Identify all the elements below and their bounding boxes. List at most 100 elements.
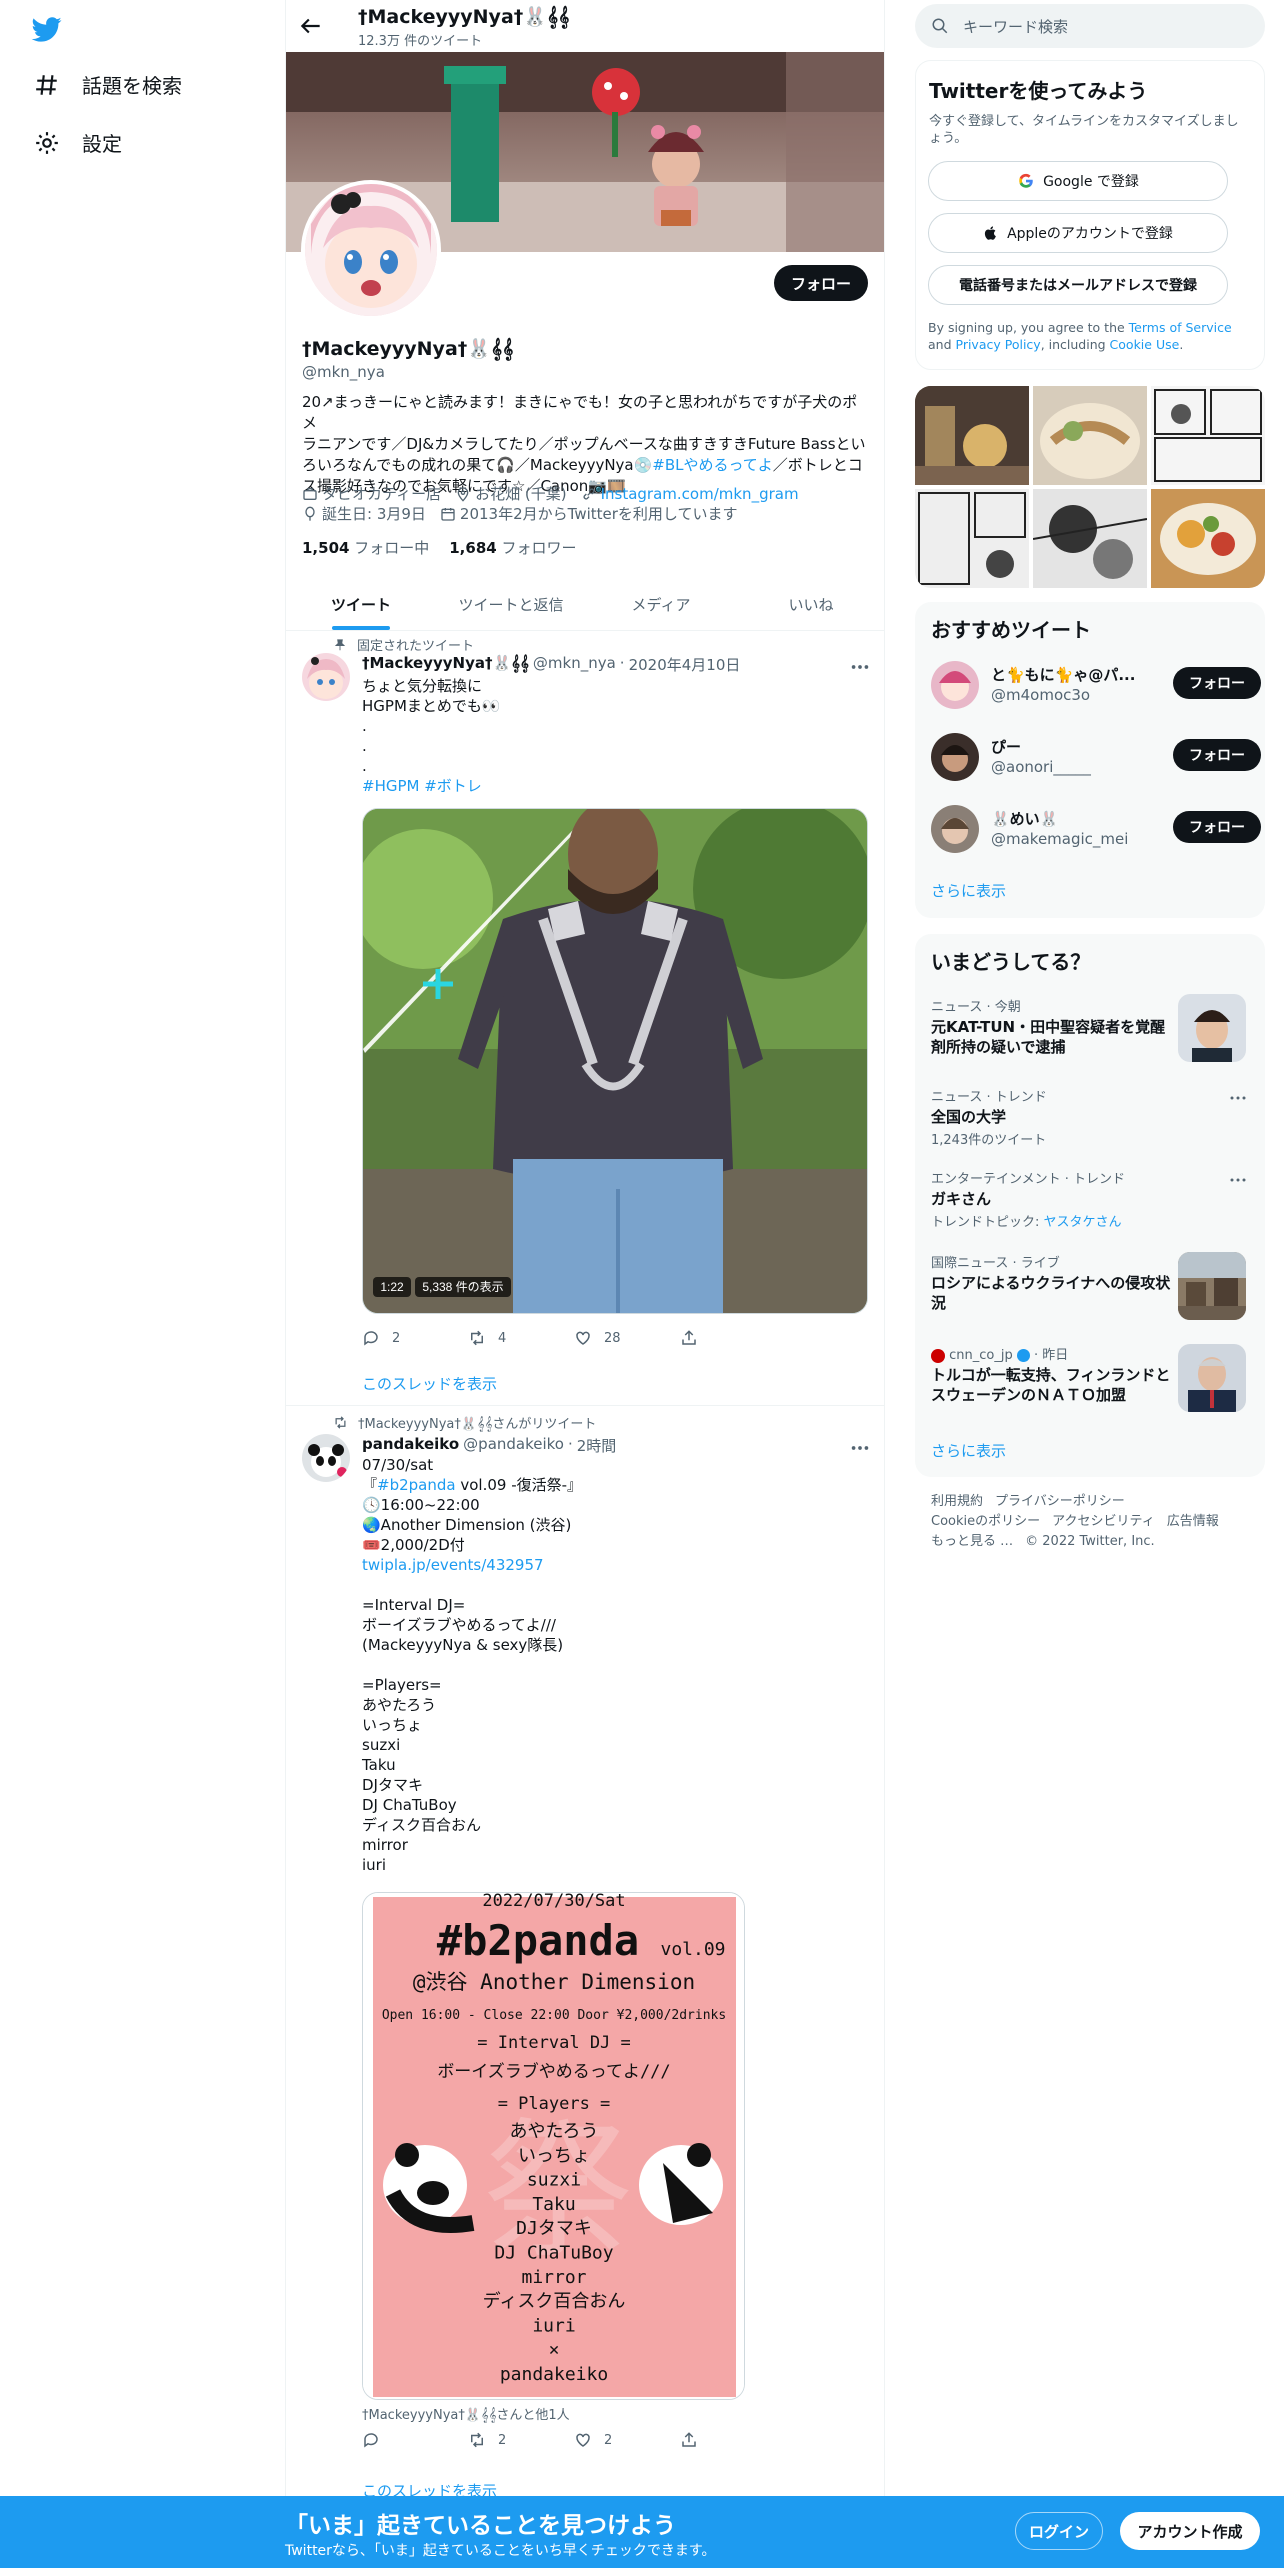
tweet-hashtags[interactable]: #HGPM #ボトレ <box>362 776 867 796</box>
media-thumbnail[interactable] <box>915 489 1029 588</box>
event-link[interactable]: twipla.jp/events/432957 <box>362 1555 867 1575</box>
more-options-icon[interactable] <box>849 657 871 677</box>
balloon-icon <box>305 506 315 521</box>
tab-tweets[interactable]: ツイート <box>286 578 436 630</box>
cookie-use-link[interactable]: Cookie Use <box>1110 337 1180 352</box>
trend-source[interactable]: cnn_co_jp <box>949 1348 1013 1363</box>
profile-website[interactable]: Instagram.com/mkn_gram <box>581 483 799 504</box>
trend-title: 全国の大学 <box>931 1108 1007 1126</box>
tweet-pinned[interactable]: 固定されたツイート †MackeyyyNya†🐰𝄞𝄞 @mkn_nya · 20… <box>286 631 884 1406</box>
apple-signup-label: Appleのアカウントで登録 <box>1007 226 1173 242</box>
footer-link[interactable]: プライバシーポリシー <box>995 1494 1125 1509</box>
footer-link[interactable]: もっと見る … <box>931 1534 1013 1549</box>
tweet-author-avatar[interactable] <box>302 653 350 701</box>
share-button[interactable] <box>680 2431 786 2449</box>
tagged-users[interactable]: †MackeyyyNya†🐰𝄞𝄞さんと他1人 <box>362 2404 570 2423</box>
nav-explore[interactable]: 話題を検索 <box>34 70 182 99</box>
footer-link[interactable]: 利用規約 <box>931 1494 983 1509</box>
trend-topic-link[interactable]: ヤスタケさん <box>1044 1215 1122 1230</box>
hashtag-link[interactable]: #b2panda <box>377 1476 456 1494</box>
following-link[interactable]: 1,504 フォロー中 <box>302 537 429 558</box>
footer-link[interactable]: 広告情報 <box>1167 1514 1219 1529</box>
media-thumbnail[interactable] <box>1151 489 1265 588</box>
tweet-actions: 2 2 <box>362 2431 792 2449</box>
followers-link[interactable]: 1,684 フォロワー <box>449 537 576 558</box>
user-avatar[interactable] <box>931 733 979 781</box>
show-more-link[interactable]: さらに表示 <box>931 1440 1006 1461</box>
nav-settings[interactable]: 設定 <box>34 128 122 157</box>
reply-button[interactable] <box>362 2431 468 2449</box>
trend-item[interactable]: エンターテインメント · トレンド ガキさん トレンドトピック: ヤスタケさん <box>931 1168 1251 1230</box>
media-thumbnail[interactable] <box>915 386 1029 485</box>
tweet-timestamp[interactable]: 2020年4月10日 <box>629 654 741 675</box>
event-flyer-image[interactable]: 祭 2022/07/30/Sat #b2panda vol.09 @渋谷 Ano… <box>362 1892 745 2400</box>
back-arrow-icon[interactable] <box>298 13 324 39</box>
footer-link[interactable]: アクセシビリティ <box>1052 1514 1155 1529</box>
apple-signup-button[interactable]: Appleのアカウントで登録 <box>928 213 1228 253</box>
privacy-policy-link[interactable]: Privacy Policy <box>956 337 1041 352</box>
profile-avatar[interactable] <box>301 180 441 320</box>
flyer-title: #b2panda <box>437 1916 639 1965</box>
tweet-timestamp[interactable]: 2時間 <box>577 1435 617 1456</box>
tweet-retweeted[interactable]: †MackeyyyNya†🐰𝄞𝄞さんがリツイート pandakeiko @pan… <box>286 1406 884 2568</box>
verified-badge-icon <box>1016 1349 1030 1362</box>
tweet-author-name[interactable]: †MackeyyyNya†🐰𝄞𝄞 <box>362 654 529 675</box>
create-account-button[interactable]: アカウント作成 <box>1120 2512 1260 2550</box>
recommended-user[interactable]: 🐰めい🐰 @makemagic_mei フォロー <box>931 798 1261 860</box>
follow-button[interactable]: フォロー <box>774 265 868 301</box>
left-navigation: 話題を検索 設定 <box>0 0 285 2568</box>
header-profile-name: †MackeyyyNya†🐰𝄞𝄞 <box>358 6 570 28</box>
google-signup-button[interactable]: Google で登録 <box>928 161 1228 201</box>
trend-item[interactable]: ニュース · トレンド 全国の大学 1,243件のツイート <box>931 1086 1251 1148</box>
retweet-button[interactable]: 4 <box>468 1329 574 1347</box>
tweet-author-name[interactable]: pandakeiko <box>362 1435 459 1456</box>
show-more-link[interactable]: さらに表示 <box>931 880 1006 901</box>
footer-link[interactable]: Cookieのポリシー <box>931 1514 1040 1529</box>
follow-user-button[interactable]: フォロー <box>1173 811 1261 843</box>
separator-dot: · <box>567 1435 573 1453</box>
like-button[interactable]: 2 <box>574 2431 680 2449</box>
terms-text: By signing up, you agree to the <box>928 320 1129 335</box>
tweet-author-handle[interactable]: @mkn_nya <box>533 654 616 675</box>
media-thumbnail[interactable] <box>1033 489 1147 588</box>
reply-button[interactable]: 2 <box>362 1329 468 1347</box>
pinned-label: 固定されたツイート <box>357 639 475 654</box>
recommended-user[interactable]: ぴー @aonori_____ フォロー <box>931 726 1261 788</box>
tab-likes[interactable]: いいね <box>736 578 884 630</box>
twitter-bird-icon[interactable] <box>30 14 64 44</box>
phone-email-signup-button[interactable]: 電話番号またはメールアドレスで登録 <box>928 265 1228 305</box>
like-button[interactable]: 28 <box>574 1329 680 1347</box>
google-icon <box>1019 173 1033 188</box>
profile-website-link[interactable]: Instagram.com/mkn_gram <box>601 485 799 503</box>
tweet-author-handle[interactable]: @pandakeiko <box>463 1435 564 1456</box>
tweet-text-rest: =Interval DJ= ボーイズラブやめるってよ/// (MackeyyyN… <box>362 1596 564 1874</box>
terms-of-service-link[interactable]: Terms of Service <box>1129 320 1232 335</box>
tab-tweets-and-replies[interactable]: ツイートと返信 <box>436 578 586 630</box>
tweet-video[interactable]: 1:22 5,338 件の表示 <box>362 808 868 1314</box>
more-options-icon[interactable] <box>1229 1177 1247 1183</box>
search-input[interactable]: キーワード検索 <box>915 4 1265 48</box>
tweet-author-avatar[interactable] <box>302 1434 350 1482</box>
user-avatar[interactable] <box>931 805 979 853</box>
flyer-interval-head: = Interval DJ = <box>477 2033 631 2053</box>
tab-media[interactable]: メディア <box>586 578 736 630</box>
tweet-line: 🕓16:00~22:00 <box>362 1496 480 1514</box>
search-placeholder: キーワード検索 <box>963 17 1069 36</box>
recommended-tweets-card: おすすめツイート と🐈もに🐈ゃ@パ... @m4omoc3o フォロー ぴー @… <box>915 602 1265 918</box>
tweet-line: 🎟️2,000/2D付 <box>362 1536 465 1554</box>
bio-hashtag-link[interactable]: #BLやめるってよ <box>652 456 772 474</box>
login-button[interactable]: ログイン <box>1015 2512 1103 2550</box>
follow-user-button[interactable]: フォロー <box>1173 739 1261 771</box>
media-thumbnail[interactable] <box>1033 386 1147 485</box>
follow-user-button[interactable]: フォロー <box>1173 667 1261 699</box>
retweet-button[interactable]: 2 <box>468 2431 574 2449</box>
media-thumbnail[interactable] <box>1151 386 1265 485</box>
profile-birthday-text: 誕生日: 3月9日 <box>322 505 426 523</box>
more-options-icon[interactable] <box>1229 1095 1247 1101</box>
show-thread-link[interactable]: このスレッドを表示 <box>362 1373 497 1394</box>
terms-text: , including <box>1040 337 1110 352</box>
user-avatar[interactable] <box>931 661 979 709</box>
profile-location: お花畑 (千葉) <box>455 483 567 504</box>
recommended-user[interactable]: と🐈もに🐈ゃ@パ... @m4omoc3o フォロー <box>931 654 1261 716</box>
share-button[interactable] <box>680 1329 786 1347</box>
